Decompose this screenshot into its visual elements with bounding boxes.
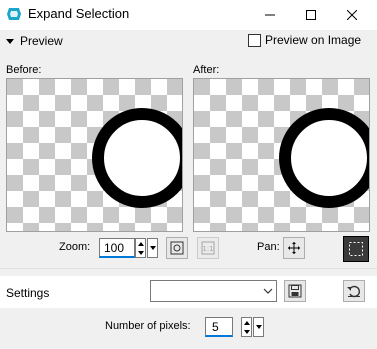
spin-down-button[interactable] xyxy=(242,327,251,336)
zoom-1to1-icon: 1:1 xyxy=(201,241,215,255)
spin-up-icon xyxy=(243,320,250,325)
zoom-label: Zoom: xyxy=(59,241,91,253)
minimize-icon xyxy=(265,14,275,16)
zoom-input[interactable]: 100 xyxy=(99,238,135,258)
reset-defaults-icon xyxy=(347,285,360,298)
minimize-button[interactable] xyxy=(250,2,290,28)
number-of-pixels-label: Number of pixels: xyxy=(105,320,191,332)
preview-on-image-label: Preview on Image xyxy=(265,33,362,47)
zoom-dropdown-button[interactable] xyxy=(147,238,158,258)
number-of-pixels-input[interactable]: 5 xyxy=(205,317,233,337)
preview-on-image-checkbox[interactable]: Preview on Image xyxy=(248,33,361,47)
checkbox-box[interactable] xyxy=(248,33,261,47)
close-button[interactable] xyxy=(332,2,372,28)
chevron-down-icon xyxy=(6,38,14,44)
after-label: After: xyxy=(193,64,220,76)
selection-marquee-icon xyxy=(349,242,363,256)
selection-circle xyxy=(92,108,182,208)
spin-down-button[interactable] xyxy=(136,248,145,257)
zoom-actual-size-button[interactable]: 1:1 xyxy=(197,237,219,259)
close-icon xyxy=(347,10,357,20)
zoom-fit-icon xyxy=(170,241,184,255)
before-label: Before: xyxy=(6,64,42,76)
chevron-down-icon xyxy=(263,288,273,294)
settings-label: Settings xyxy=(6,286,50,300)
zoom-fit-button[interactable] xyxy=(166,237,188,259)
spin-up-button[interactable] xyxy=(242,318,251,327)
spin-up-button[interactable] xyxy=(136,239,145,248)
maximize-icon xyxy=(306,10,316,20)
pan-button[interactable] xyxy=(283,237,305,259)
pan-move-icon xyxy=(288,242,300,254)
zoom-spinner[interactable] xyxy=(135,238,146,258)
window-title: Expand Selection xyxy=(28,6,130,21)
preview-toggle-label: Preview xyxy=(20,34,63,48)
after-preview[interactable] xyxy=(193,78,370,232)
spin-up-icon xyxy=(137,241,144,246)
show-selection-button[interactable] xyxy=(343,236,369,262)
selection-circle xyxy=(279,108,369,208)
chevron-down-icon xyxy=(149,246,156,250)
spin-down-icon xyxy=(243,329,250,334)
svg-text:1:1: 1:1 xyxy=(202,245,213,253)
pixels-spinner[interactable] xyxy=(241,317,252,337)
preview-toggle[interactable]: Preview xyxy=(6,34,63,48)
preset-dropdown[interactable] xyxy=(150,280,277,302)
save-preset-icon xyxy=(288,284,302,298)
app-icon xyxy=(6,6,22,22)
maximize-button[interactable] xyxy=(291,2,331,28)
reset-defaults-button[interactable] xyxy=(343,280,365,302)
save-preset-button[interactable] xyxy=(284,280,306,302)
spin-down-icon xyxy=(137,250,144,255)
divider xyxy=(0,268,377,269)
chevron-down-icon xyxy=(255,325,262,329)
pixels-dropdown-button[interactable] xyxy=(253,317,264,337)
pan-label: Pan: xyxy=(257,241,280,253)
before-preview[interactable] xyxy=(6,78,183,232)
